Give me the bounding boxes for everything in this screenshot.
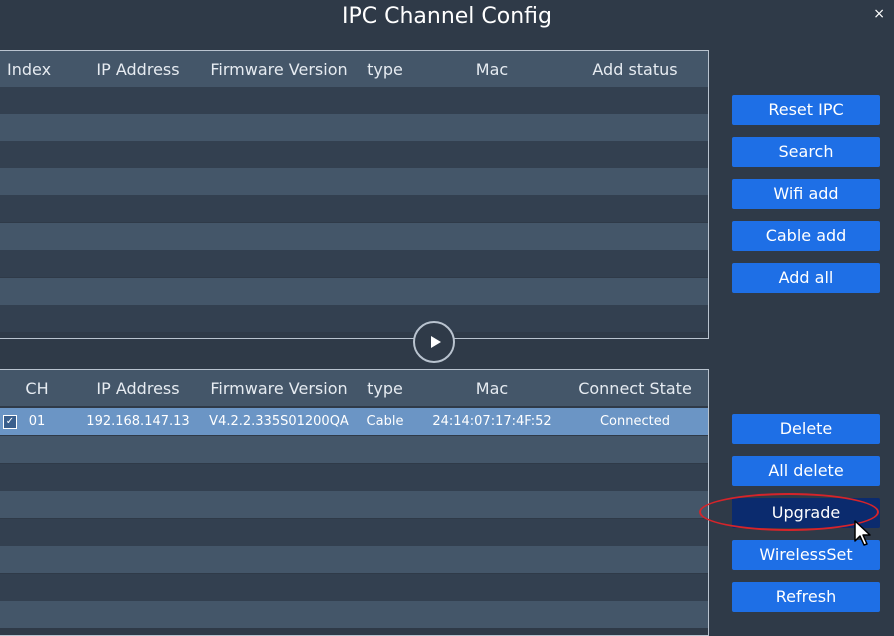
col-index: Index — [7, 59, 52, 79]
col-mac: Mac — [475, 59, 509, 79]
table-row[interactable] — [0, 250, 708, 277]
mouse-cursor-icon — [854, 520, 871, 546]
table-row[interactable] — [0, 574, 708, 601]
col-connect-state: Connect State — [578, 378, 692, 398]
table-row[interactable] — [0, 87, 708, 114]
table-row[interactable] — [0, 601, 708, 628]
table-header: Index IP Address Firmware Version type M… — [0, 51, 708, 87]
col-type: type — [367, 378, 403, 398]
col-mac: Mac — [475, 378, 509, 398]
search-results-table: Index IP Address Firmware Version type M… — [0, 50, 709, 339]
table-row[interactable] — [0, 491, 708, 518]
reset-ipc-button[interactable]: Reset IPC — [732, 95, 880, 125]
col-firmware-version: Firmware Version — [210, 378, 348, 398]
cell-connect-state: Connected — [599, 414, 670, 429]
table-row[interactable]: ✓ 01 192.168.147.13 V4.2.2.335S01200QA C… — [0, 408, 708, 435]
col-ip-address: IP Address — [96, 378, 180, 398]
table-row[interactable] — [0, 519, 708, 546]
cell-ip-address: 192.168.147.13 — [86, 414, 190, 429]
cell-type: Cable — [366, 414, 404, 429]
close-icon[interactable]: × — [873, 5, 885, 23]
col-ch: CH — [25, 378, 49, 398]
table-row[interactable] — [0, 464, 708, 491]
table-row[interactable] — [0, 278, 708, 305]
table-row[interactable] — [0, 223, 708, 250]
row-checkbox[interactable]: ✓ — [3, 414, 17, 429]
delete-button[interactable]: Delete — [732, 414, 880, 444]
cell-ch: 01 — [28, 414, 46, 429]
col-ip-address: IP Address — [96, 59, 180, 79]
add-all-button[interactable]: Add all — [732, 263, 880, 293]
all-delete-button[interactable]: All delete — [732, 456, 880, 486]
table-row[interactable] — [0, 195, 708, 222]
cell-mac: 24:14:07:17:4F:52 — [432, 414, 552, 429]
table-row[interactable] — [0, 114, 708, 141]
col-add-status: Add status — [592, 59, 678, 79]
table-row[interactable] — [0, 546, 708, 573]
refresh-button[interactable]: Refresh — [732, 582, 880, 612]
play-icon — [430, 336, 441, 348]
table-row[interactable] — [0, 168, 708, 195]
col-type: type — [367, 59, 403, 79]
col-firmware-version: Firmware Version — [210, 59, 348, 79]
window-title: IPC Channel Config — [341, 4, 552, 29]
cable-add-button[interactable]: Cable add — [732, 221, 880, 251]
cell-firmware: V4.2.2.335S01200QA — [209, 414, 349, 429]
search-button[interactable]: Search — [732, 137, 880, 167]
table-row[interactable] — [0, 436, 708, 463]
table-row[interactable] — [0, 305, 708, 332]
wifi-add-button[interactable]: Wifi add — [732, 179, 880, 209]
toggle-panel-button[interactable] — [413, 321, 455, 363]
added-channels-table: CH IP Address Firmware Version type Mac … — [0, 369, 709, 636]
table-row[interactable] — [0, 141, 708, 168]
table-header: CH IP Address Firmware Version type Mac … — [0, 370, 708, 406]
